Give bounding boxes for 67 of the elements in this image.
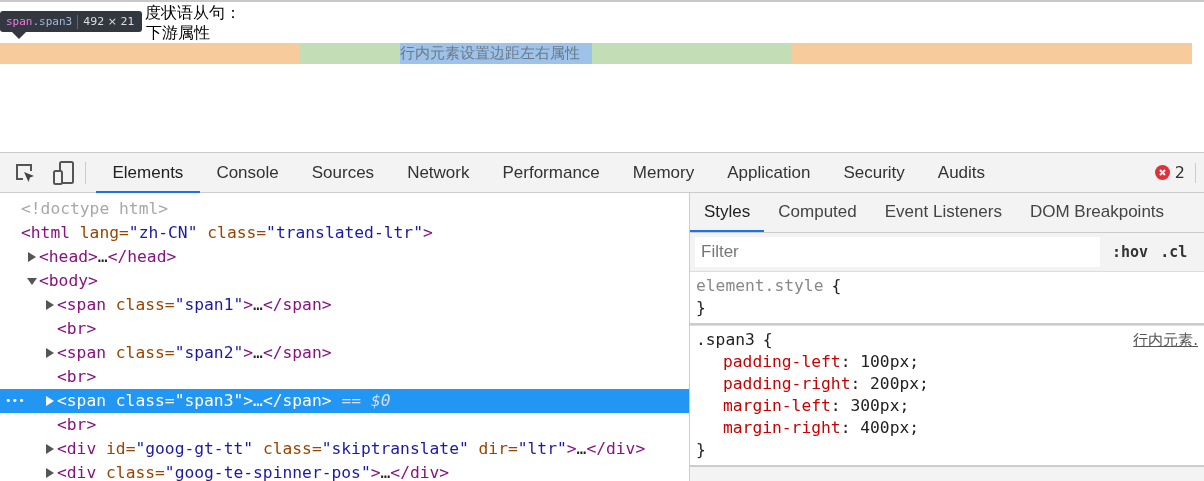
tooltip-tag: span [6,15,33,28]
css-declaration[interactable]: margin-left: 300px; [696,395,1198,417]
dom-node-code: <br> [57,366,97,388]
panel-tab[interactable]: Elements [96,154,200,193]
tooltip-class: .span3 [32,15,73,28]
dom-node-row[interactable]: <br> [0,317,689,341]
collapsed-triangle-icon[interactable] [45,396,55,406]
open-brace: { [831,275,842,297]
dom-node-code: <span class="span3">…</span> [57,390,332,412]
close-brace: } [696,297,707,319]
dom-node-row[interactable]: <head>…</head> [0,245,689,269]
filter-toggle[interactable]: :hov [1100,243,1149,261]
error-icon[interactable] [1154,165,1170,180]
dom-node-code: <!doctype html> [21,198,169,220]
css-selector: element.style [696,275,824,297]
dom-node-code: <span class="span1">…</span> [57,294,332,316]
tooltip-size: 492 × 21 [83,15,135,28]
dom-node-code: <html lang="zh-CN" class="translated-ltr"> [21,222,433,244]
filter-toggle[interactable]: .cl [1148,243,1188,261]
inspect-icon[interactable] [14,161,36,184]
error-count[interactable]: 2 [1174,163,1185,182]
dom-node-code: <br> [57,414,97,436]
dom-node-code: <br> [57,318,97,340]
panel-tab[interactable]: Memory [616,154,711,193]
dom-node-row[interactable]: <body> [0,269,689,293]
panel-tab[interactable]: Sources [295,154,391,193]
dom-node-code: <body> [39,270,98,292]
dom-node-code: <span class="span2">…</span> [57,342,332,364]
dom-node-row[interactable]: <html lang="zh-CN" class="translated-ltr"> [0,221,689,245]
collapsed-triangle-icon[interactable] [45,348,55,358]
collapsed-triangle-icon[interactable] [45,300,55,310]
panel-tab[interactable]: Network [390,154,486,193]
dom-node-code: <div class="goog-te-spinner-pos">…</div> [57,462,450,481]
sidebar-tab[interactable]: Event Listeners [870,193,1016,232]
close-brace: } [696,439,707,461]
page-text: 下游属性 [146,23,210,42]
sidebar-tab[interactable]: Computed [764,193,871,232]
dom-node-row[interactable]: <span class="span1">…</span> [0,293,689,317]
collapsed-triangle-icon[interactable] [45,444,55,454]
panel-tab[interactable]: Console [199,154,296,193]
sidebar-tab[interactable]: DOM Breakpoints [1015,193,1179,232]
dom-node-row[interactable]: <br> [0,413,689,437]
collapsed-triangle-icon[interactable] [27,252,37,262]
css-declaration[interactable]: margin-right: 400px; [696,417,1198,439]
css-declaration[interactable]: padding-right: 200px; [696,373,1198,395]
dom-node-row[interactable]: <br> [0,365,689,389]
collapsed-triangle-icon[interactable] [45,468,55,478]
sidebar-tab[interactable]: Styles [690,193,765,232]
filter-field[interactable]: Filter [695,237,1100,267]
selected-node-marker: == $0 [341,390,391,412]
page-text: 度状语从句： [145,3,241,22]
span-content-highlight: 行内元素设置边距左右属性 [400,43,592,64]
css-selector: .span3 [696,329,755,351]
device-icon[interactable] [53,160,75,185]
panel-tab[interactable]: Application [710,154,827,193]
css-declaration[interactable]: padding-left: 100px; [696,351,1198,373]
source-link[interactable]: 行内元素. [1133,329,1198,351]
dom-node-code: <div id="goog-gt-tt" class="skiptranslate" dir="ltr">…</div> [57,438,646,460]
dom-node-row[interactable]: <div class="goog-te-spinner-pos">…</div> [0,461,689,481]
dom-node-code: <head>…</head> [39,246,177,268]
panel-tab[interactable]: Security [826,154,922,193]
expanded-triangle-icon[interactable] [27,276,37,286]
dom-node-row[interactable]: <span class="span2">…</span> [0,341,689,365]
open-brace: { [762,329,773,351]
panel-tab[interactable]: Audits [921,154,1002,193]
dom-node-row[interactable]: <div id="goog-gt-tt" class="skiptranslate" dir="ltr">…</div> [0,437,689,461]
panel-tab[interactable]: Performance [486,154,617,193]
